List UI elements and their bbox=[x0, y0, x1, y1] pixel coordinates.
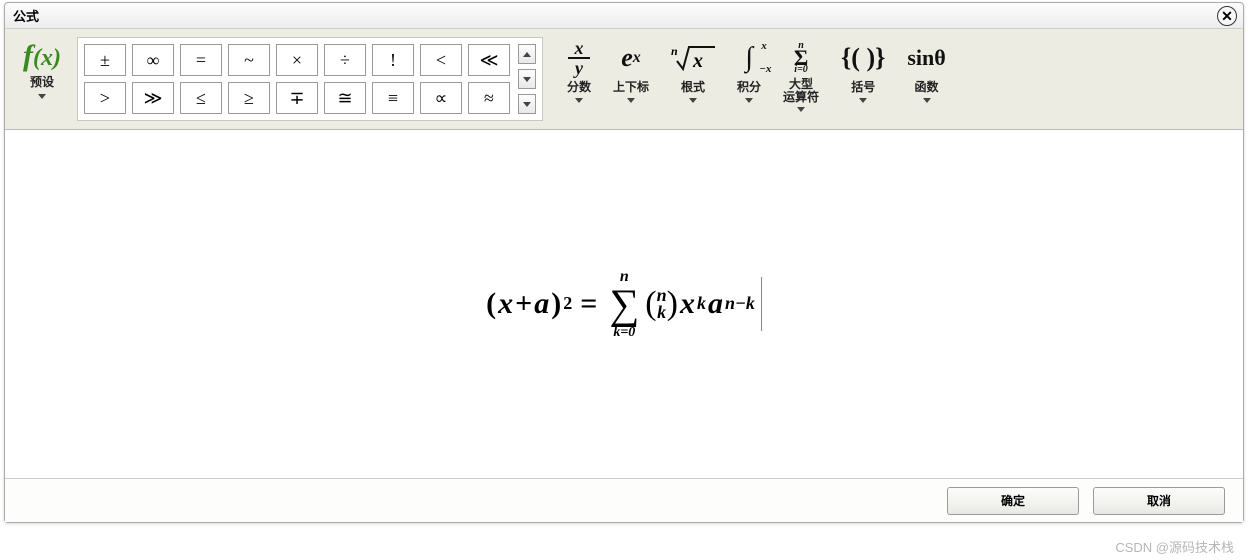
chevron-down-icon bbox=[627, 98, 635, 103]
sym-factorial[interactable]: ! bbox=[372, 44, 414, 76]
category-label: 上下标 bbox=[613, 78, 649, 95]
ok-button[interactable]: 确定 bbox=[947, 487, 1079, 515]
close-button[interactable]: ✕ bbox=[1217, 6, 1237, 26]
chevron-down-icon bbox=[523, 77, 531, 82]
watermark: CSDN @源码技术栈 bbox=[1115, 537, 1234, 556]
chevron-down-icon bbox=[38, 94, 46, 99]
chevron-down-icon bbox=[745, 98, 753, 103]
category-label: 积分 bbox=[737, 78, 761, 95]
script-icon: ex bbox=[621, 39, 641, 77]
sym-greater[interactable]: > bbox=[84, 82, 126, 114]
preset-label: 预设 bbox=[30, 73, 54, 90]
symbol-row-2: > ≫ ≤ ≥ ∓ ≅ ≡ ∝ ≈ bbox=[84, 82, 510, 114]
category-function[interactable]: sinθ 函数 bbox=[899, 37, 953, 114]
chevron-down-icon bbox=[523, 102, 531, 107]
preset-icon: f(x) bbox=[23, 41, 61, 71]
category-fraction[interactable]: xy 分数 bbox=[559, 37, 599, 114]
category-bigop[interactable]: nΣi=0 大型运算符 bbox=[775, 37, 827, 114]
sym-identical[interactable]: ≡ bbox=[372, 82, 414, 114]
category-label: 函数 bbox=[915, 78, 939, 95]
sym-propto[interactable]: ∝ bbox=[420, 82, 462, 114]
category-script[interactable]: ex 上下标 bbox=[605, 37, 657, 114]
dialog-footer: 确定 取消 bbox=[5, 478, 1243, 522]
text-cursor bbox=[761, 277, 762, 331]
svg-text:n: n bbox=[671, 44, 678, 58]
sym-geq[interactable]: ≥ bbox=[228, 82, 270, 114]
category-group: xy 分数 ex 上下标 n x bbox=[559, 37, 954, 114]
sym-leq[interactable]: ≤ bbox=[180, 82, 222, 114]
category-label: 大型运算符 bbox=[783, 78, 819, 104]
bigop-icon: nΣi=0 bbox=[794, 39, 808, 77]
chevron-down-icon bbox=[797, 107, 805, 112]
symbol-scroll-up[interactable] bbox=[518, 44, 536, 64]
category-label: 分数 bbox=[567, 78, 591, 95]
chevron-down-icon bbox=[575, 98, 583, 103]
sym-approx[interactable]: ≈ bbox=[468, 82, 510, 114]
close-icon: ✕ bbox=[1221, 8, 1233, 25]
svg-text:x: x bbox=[692, 50, 703, 72]
sym-plus-minus[interactable]: ± bbox=[84, 44, 126, 76]
sym-congruent[interactable]: ≅ bbox=[324, 82, 366, 114]
radical-icon: n x bbox=[671, 39, 715, 77]
bracket-icon: {( )} bbox=[841, 39, 885, 77]
chevron-up-icon bbox=[523, 52, 531, 57]
symbol-panel: ± ∞ = ~ × ÷ ! < ≪ > ≫ ≤ ≥ ∓ ≅ ≡ bbox=[77, 37, 543, 121]
sym-tilde[interactable]: ~ bbox=[228, 44, 270, 76]
sym-infinity[interactable]: ∞ bbox=[132, 44, 174, 76]
formula-dialog: 公式 ✕ f(x) 预设 ± ∞ = ~ × ÷ ! < ≪ bbox=[4, 2, 1244, 523]
sym-less[interactable]: < bbox=[420, 44, 462, 76]
category-label: 根式 bbox=[681, 78, 705, 95]
sym-much-less[interactable]: ≪ bbox=[468, 44, 510, 76]
category-radical[interactable]: n x 根式 bbox=[663, 37, 723, 114]
function-icon: sinθ bbox=[907, 39, 945, 77]
sym-much-greater[interactable]: ≫ bbox=[132, 82, 174, 114]
preset-menu[interactable]: f(x) 预设 bbox=[17, 37, 67, 103]
sym-minus-plus[interactable]: ∓ bbox=[276, 82, 318, 114]
formula-canvas[interactable]: ( x + a ) 2 = n ∑ k=0 ( n k ) xk an−k bbox=[5, 130, 1243, 478]
integral-icon: ∫−xx bbox=[745, 39, 753, 77]
sym-times[interactable]: × bbox=[276, 44, 318, 76]
symbol-scroll bbox=[518, 44, 536, 114]
category-integral[interactable]: ∫−xx 积分 bbox=[729, 37, 769, 114]
chevron-down-icon bbox=[923, 98, 931, 103]
fraction-icon: xy bbox=[568, 39, 590, 77]
formula-content: ( x + a ) 2 = n ∑ k=0 ( n k ) xk an−k bbox=[486, 269, 762, 339]
symbol-scroll-down[interactable] bbox=[518, 69, 536, 89]
chevron-down-icon bbox=[689, 98, 697, 103]
sym-equals[interactable]: = bbox=[180, 44, 222, 76]
toolbar: f(x) 预设 ± ∞ = ~ × ÷ ! < ≪ > ≫ bbox=[5, 29, 1243, 130]
symbol-scroll-more[interactable] bbox=[518, 94, 536, 114]
title-bar: 公式 ✕ bbox=[5, 3, 1243, 29]
dialog-title: 公式 bbox=[13, 6, 39, 25]
chevron-down-icon bbox=[859, 98, 867, 103]
category-label: 括号 bbox=[851, 78, 875, 95]
cancel-button[interactable]: 取消 bbox=[1093, 487, 1225, 515]
sym-divide[interactable]: ÷ bbox=[324, 44, 366, 76]
category-bracket[interactable]: {( )} 括号 bbox=[833, 37, 893, 114]
symbol-row-1: ± ∞ = ~ × ÷ ! < ≪ bbox=[84, 44, 510, 76]
